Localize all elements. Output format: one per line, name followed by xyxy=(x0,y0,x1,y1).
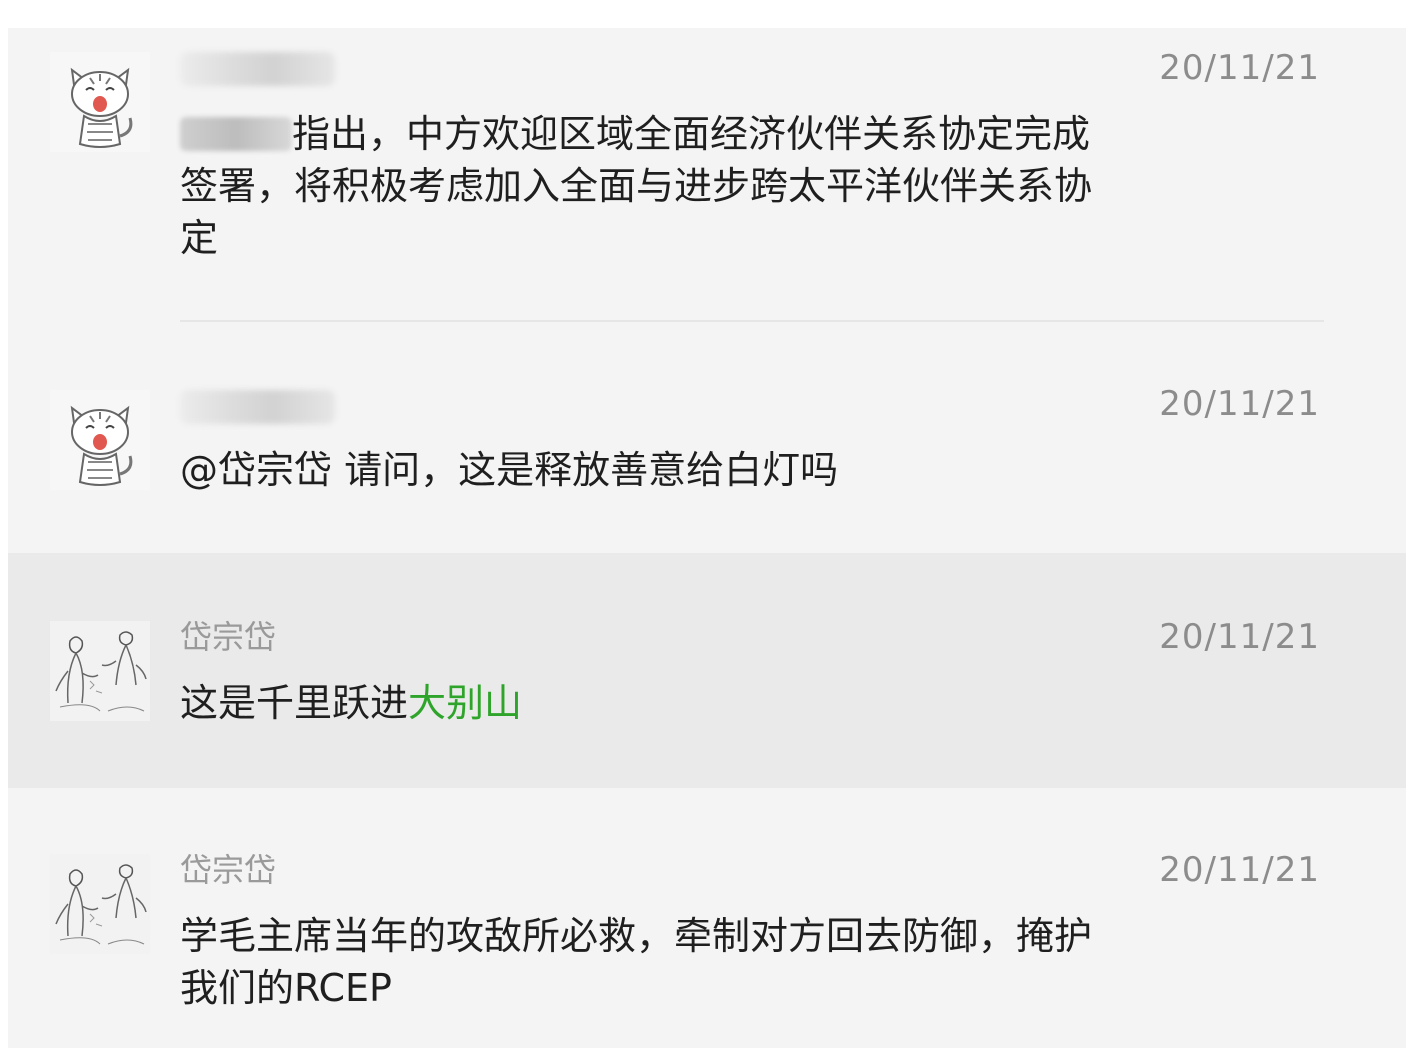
comment-date: 20/11/21 xyxy=(1159,384,1320,424)
author-name-redacted xyxy=(180,52,335,86)
author-name[interactable]: 岱宗岱 xyxy=(180,617,276,657)
comment-item[interactable]: 20/11/21 指出，中方欢迎区域全面经济伙伴关系协定完成签署，将积极考虑加入… xyxy=(8,28,1406,328)
comment-date: 20/11/21 xyxy=(1159,617,1320,657)
cartoon-cat-avatar[interactable] xyxy=(50,52,150,152)
topic-link[interactable]: 大别山 xyxy=(408,681,522,725)
comment-panel: 20/11/21 指出，中方欢迎区域全面经济伙伴关系协定完成签署，将积极考虑加入… xyxy=(8,28,1406,1048)
cartoon-cat-avatar[interactable] xyxy=(50,390,150,490)
redacted-text xyxy=(180,117,292,151)
author-name-redacted xyxy=(180,390,335,424)
comment-text: 学毛主席当年的攻敌所必救，牵制对方回去防御，掩护我们的RCEP xyxy=(180,914,1093,1010)
comment-item[interactable]: 20/11/21 @岱宗岱 请问，这是释放善意给白灯吗 xyxy=(8,328,1406,553)
divider xyxy=(180,320,1324,322)
comment-text: 指出，中方欢迎区域全面经济伙伴关系协定完成签署，将积极考虑加入全面与进步跨太平洋… xyxy=(180,112,1093,260)
comment-item[interactable]: 岱宗岱 20/11/21 这是千里跃进大别山 xyxy=(8,553,1406,788)
ink-sketch-figures-avatar[interactable] xyxy=(50,854,150,954)
author-name[interactable]: 岱宗岱 xyxy=(180,850,276,890)
comment-item[interactable]: 岱宗岱 20/11/21 学毛主席当年的攻敌所必救，牵制对方回去防御，掩护我们的… xyxy=(8,788,1406,1048)
comment-text: @岱宗岱 请问，这是释放善意给白灯吗 xyxy=(180,448,839,492)
comment-date: 20/11/21 xyxy=(1159,850,1320,890)
ink-sketch-figures-avatar[interactable] xyxy=(50,621,150,721)
comment-date: 20/11/21 xyxy=(1159,48,1320,88)
comment-text: 这是千里跃进大别山 xyxy=(180,681,523,725)
